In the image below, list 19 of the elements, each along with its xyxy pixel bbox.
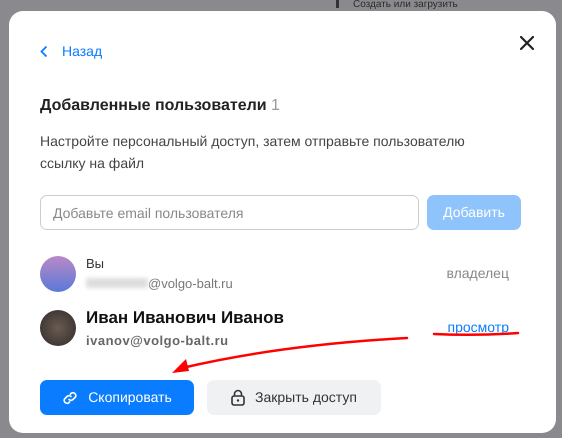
dialog-description: Настройте персональный доступ, затем отправьте пользователю ссылку на файл <box>40 132 466 173</box>
copy-link-button[interactable]: Скопировать <box>40 380 194 415</box>
title-text: Добавленные пользователи <box>40 97 267 114</box>
close-access-button[interactable]: Закрыть доступ <box>207 380 381 415</box>
back-link[interactable]: Назад <box>40 41 102 62</box>
chevron-left-icon <box>40 45 48 58</box>
link-icon <box>62 390 78 406</box>
user-email: @volgo-balt.ru <box>148 274 233 293</box>
user-name: Вы <box>86 255 106 273</box>
role-label: владелец <box>446 264 509 283</box>
user-email: ivanov@volgo-balt.ru <box>86 332 230 350</box>
role-link[interactable]: просмотр <box>448 317 509 338</box>
user-name: Иван Иванович Иванов <box>86 307 285 329</box>
email-input-field[interactable]: Добавьте email пользователя <box>40 195 419 230</box>
avatar <box>40 310 76 346</box>
background-action-text: Создать или загрузить <box>353 0 458 10</box>
user-count: 1 <box>271 97 280 114</box>
lock-icon <box>231 389 246 406</box>
avatar <box>40 256 76 292</box>
